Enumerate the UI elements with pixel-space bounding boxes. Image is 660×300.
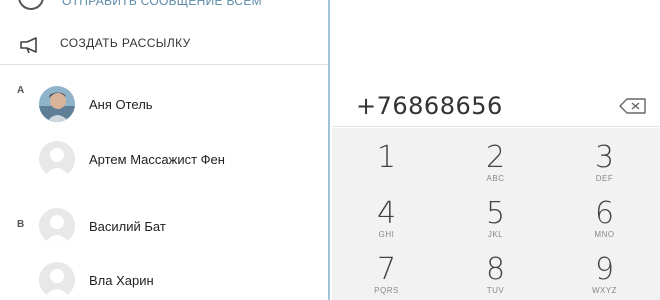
dial-key-4[interactable]: 4 GHI: [332, 188, 441, 244]
avatar: [39, 86, 75, 122]
dial-key-6[interactable]: 6 MNO: [550, 188, 659, 244]
key-digit: 8: [485, 252, 506, 287]
key-digit: 9: [594, 252, 615, 287]
key-letters: JKL: [487, 230, 504, 239]
contact-item[interactable]: Василий Бат: [0, 200, 328, 250]
megaphone-icon: [20, 37, 37, 54]
contact-name: Василий Бат: [89, 219, 166, 234]
dial-key-8[interactable]: 8 TUV: [441, 244, 550, 300]
key-letters: WXYZ: [591, 286, 618, 295]
phone-number-input[interactable]: +76868656: [356, 92, 596, 120]
key-digit: 2: [485, 140, 506, 175]
contact-item[interactable]: Вла Харин: [0, 254, 328, 300]
dial-key-3[interactable]: 3 DEF: [550, 132, 659, 188]
create-broadcast-button[interactable]: СОЗДАТЬ РАССЫЛКУ: [0, 26, 328, 62]
key-letters: ABC: [486, 174, 505, 183]
dialer-pane: +76868656 1 2 ABC 3 DEF 4 GHI 5 JKL 6 MN…: [332, 0, 660, 300]
key-letters: TUV: [486, 286, 505, 295]
contact-name: Вла Харин: [89, 273, 154, 288]
contact-name: Аня Отель: [89, 97, 153, 112]
divider: [0, 64, 328, 65]
divider: [332, 126, 660, 127]
dial-key-9[interactable]: 9 WXYZ: [550, 244, 659, 300]
key-letters: GHI: [378, 230, 395, 239]
avatar: [39, 262, 75, 298]
create-broadcast-label: СОЗДАТЬ РАССЫЛКУ: [60, 36, 191, 50]
send-all-label: ОТПРАВИТЬ СООБЩЕНИЕ ВСЕМ: [62, 0, 262, 8]
contact-item[interactable]: Аня Отель: [0, 78, 328, 128]
dial-key-7[interactable]: 7 PQRS: [332, 244, 441, 300]
key-letters: DEF: [595, 174, 614, 183]
dial-key-1[interactable]: 1: [332, 132, 441, 188]
number-display: +76868656: [332, 0, 660, 128]
key-digit: 6: [594, 196, 615, 231]
message-icon: [18, 0, 44, 10]
avatar: [39, 141, 75, 177]
key-digit: 5: [485, 196, 506, 231]
key-digit: 1: [376, 140, 397, 175]
key-digit: 3: [594, 140, 615, 175]
contact-name: Артем Массажист Фен: [89, 152, 225, 167]
dial-key-5[interactable]: 5 JKL: [441, 188, 550, 244]
dial-keypad: 1 2 ABC 3 DEF 4 GHI 5 JKL 6 MNO 7 PQRS 8: [332, 128, 660, 300]
contact-item[interactable]: Артем Массажист Фен: [0, 133, 328, 183]
key-letters: MNO: [594, 230, 615, 239]
backspace-icon[interactable]: [619, 97, 647, 115]
key-digit: 4: [376, 196, 397, 231]
send-all-row[interactable]: ОТПРАВИТЬ СООБЩЕНИЕ ВСЕМ: [0, 0, 328, 12]
key-letters: PQRS: [374, 286, 399, 295]
dial-key-2[interactable]: 2 ABC: [441, 132, 550, 188]
key-digit: 7: [376, 252, 397, 287]
avatar: [39, 208, 75, 244]
contacts-pane: ОТПРАВИТЬ СООБЩЕНИЕ ВСЕМ СОЗДАТЬ РАССЫЛК…: [0, 0, 330, 300]
